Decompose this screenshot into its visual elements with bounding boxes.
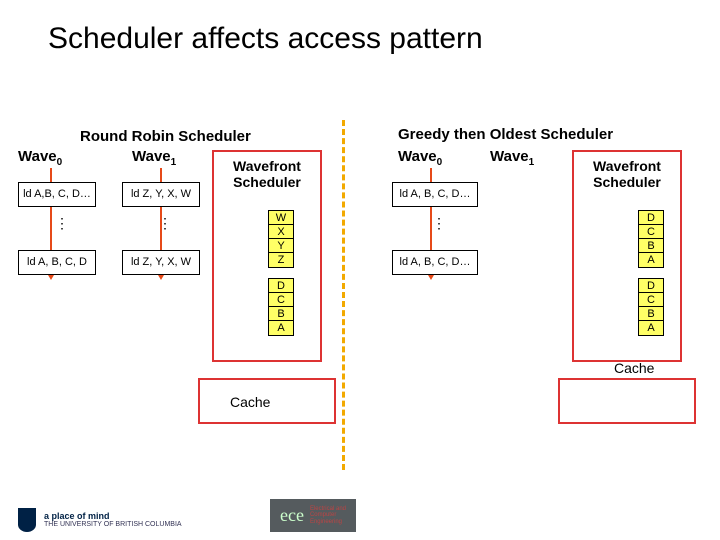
column-divider bbox=[342, 120, 345, 470]
stack-cell: C bbox=[639, 293, 663, 307]
right-box-bot: ld A, B, C, D… bbox=[392, 250, 478, 275]
ubc-shield-icon bbox=[18, 508, 36, 532]
stack-cell: D bbox=[639, 279, 663, 293]
stack-cell: B bbox=[639, 239, 663, 253]
vdots-icon bbox=[55, 215, 69, 232]
right-wave0-label: Wave0 bbox=[398, 148, 442, 168]
left-wavefront-scheduler: Wavefront Scheduler W X Y Z D C B A bbox=[212, 150, 322, 362]
stack-cell: X bbox=[269, 225, 293, 239]
right-wf-label: Wavefront Scheduler bbox=[574, 158, 680, 190]
wave-sub: 0 bbox=[57, 157, 63, 168]
left-wf-label: Wavefront Scheduler bbox=[214, 158, 320, 190]
left-stack-bot: D C B A bbox=[268, 278, 294, 336]
wave-sub: 0 bbox=[437, 157, 443, 168]
wave-sub: 1 bbox=[171, 157, 177, 168]
stack-cell: A bbox=[639, 253, 663, 267]
stack-cell: A bbox=[269, 321, 293, 335]
stack-cell: D bbox=[269, 279, 293, 293]
stack-cell: B bbox=[639, 307, 663, 321]
left-wave0-label: Wave0 bbox=[18, 148, 62, 168]
vdots-icon bbox=[158, 215, 172, 232]
stack-cell: C bbox=[639, 225, 663, 239]
stack-cell: Z bbox=[269, 253, 293, 267]
right-wave1-label: Wave1 bbox=[490, 148, 534, 168]
left-stack-top: W X Y Z bbox=[268, 210, 294, 268]
stack-cell: Y bbox=[269, 239, 293, 253]
ece-badge: ece Electrical and Computer Engineering bbox=[270, 499, 356, 532]
stack-cell: C bbox=[269, 293, 293, 307]
wave-sub: 1 bbox=[529, 157, 535, 168]
ece-sub2: Computer bbox=[310, 512, 336, 518]
ece-sub1: Electrical and bbox=[310, 506, 346, 512]
stack-cell: W bbox=[269, 211, 293, 225]
right-stack-bot: D C B A bbox=[638, 278, 664, 336]
stack-cell: B bbox=[269, 307, 293, 321]
right-stack-top: D C B A bbox=[638, 210, 664, 268]
right-scheduler-title: Greedy then Oldest Scheduler bbox=[398, 126, 613, 143]
stack-cell: A bbox=[639, 321, 663, 335]
left-w0-box-top: ld A,B, C, D… bbox=[18, 182, 96, 207]
ece-subtext: Electrical and Computer Engineering bbox=[310, 506, 346, 525]
left-wave1-label: Wave1 bbox=[132, 148, 176, 168]
page-title: Scheduler affects access pattern bbox=[0, 0, 720, 56]
right-box-top: ld A, B, C, D… bbox=[392, 182, 478, 207]
left-scheduler-title: Round Robin Scheduler bbox=[80, 128, 251, 145]
left-cache-label: Cache bbox=[230, 394, 270, 410]
right-cache-label: Cache bbox=[614, 360, 654, 376]
wave-text: Wave bbox=[490, 148, 529, 165]
footer: a place of mind THE UNIVERSITY OF BRITIS… bbox=[18, 508, 182, 532]
left-w1-box-bot: ld Z, Y, X, W bbox=[122, 250, 200, 275]
footer-text: a place of mind THE UNIVERSITY OF BRITIS… bbox=[44, 512, 182, 529]
wave-text: Wave bbox=[132, 148, 171, 165]
wave-text: Wave bbox=[398, 148, 437, 165]
right-cache bbox=[558, 378, 696, 424]
left-w0-box-bot: ld A, B, C, D bbox=[18, 250, 96, 275]
footer-line2: THE UNIVERSITY OF BRITISH COLUMBIA bbox=[44, 521, 182, 528]
footer-line1: a place of mind bbox=[44, 511, 110, 521]
ece-text: ece bbox=[280, 505, 304, 526]
left-w1-box-top: ld Z, Y, X, W bbox=[122, 182, 200, 207]
diagram-stage: Round Robin Scheduler Wave0 Wave1 ld A,B… bbox=[0, 120, 720, 480]
right-wavefront-scheduler: Wavefront Scheduler D C B A D C B A bbox=[572, 150, 682, 362]
stack-cell: D bbox=[639, 211, 663, 225]
wave-text: Wave bbox=[18, 148, 57, 165]
ece-sub3: Engineering bbox=[310, 519, 342, 525]
vdots-icon bbox=[432, 215, 446, 232]
